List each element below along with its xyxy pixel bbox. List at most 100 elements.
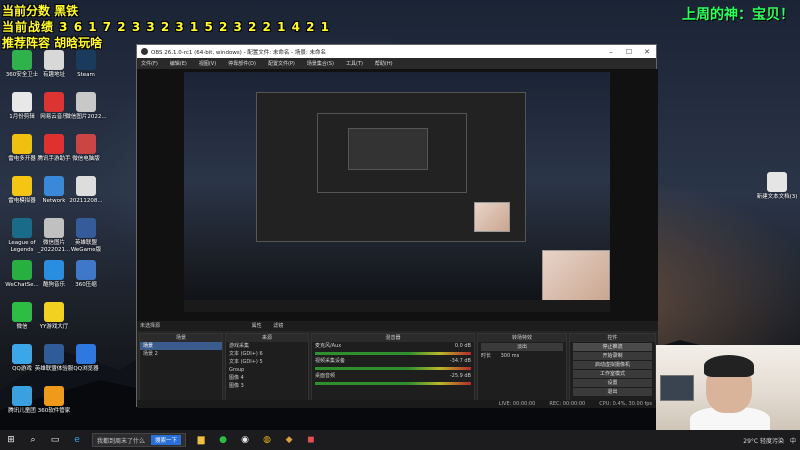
mixer-channel-db: 0.0 dB [454, 343, 471, 349]
app-icon [12, 134, 32, 154]
desktop-icon-label: 英雄联盟WeGame版 [70, 240, 102, 253]
app-icon [12, 218, 32, 238]
source-item[interactable]: 图像 3 [226, 382, 308, 390]
app-icon [12, 176, 32, 196]
sources-dock: 来源 游戏采集 文本 (GDI+) 6 文本 (GDI+) 5 Group 图像… [225, 333, 309, 407]
app-icon [12, 386, 32, 406]
maximize-icon[interactable]: ☐ [620, 45, 638, 58]
mixer-channel: 麦克风/Aux 0.0 dB [312, 342, 474, 350]
scenes-dock: 场景 场景 场景 2 [139, 333, 223, 407]
app-icon [44, 344, 64, 364]
task-view-icon[interactable]: ▭ [48, 433, 62, 447]
source-item[interactable]: 图像 4 [226, 374, 308, 382]
app-icon [44, 176, 64, 196]
menu-file[interactable]: 文件(F) [141, 60, 158, 67]
no-source-label: 未选择源 [140, 323, 161, 329]
source-item[interactable]: 文本 (GDI+) 6 [226, 350, 308, 358]
chrome-icon[interactable]: ◍ [260, 433, 274, 447]
scene-item[interactable]: 场景 2 [140, 350, 222, 358]
desktop-icon-label: QQ浏览器 [73, 366, 99, 372]
desktop-icon[interactable]: 新建文本文档(3) [756, 172, 798, 201]
mixer-channel: 视频采集设备 -34.7 dB [312, 357, 474, 365]
obs-icon[interactable]: ◉ [238, 433, 252, 447]
windows-start-icon[interactable]: ⊞ [4, 433, 18, 447]
mixer-dock: 混音器 麦克风/Aux 0.0 dB 视频采集设备 -34.7 dB 桌面音频 … [311, 333, 475, 407]
webcam-feed [656, 345, 800, 430]
stop-streaming-button[interactable]: 停止推流 [573, 343, 652, 351]
obs-window[interactable]: OBS 26.1.0-rc1 (64-bit, windows) - 配置文件:… [136, 44, 658, 408]
desktop-icon[interactable]: QQ浏览器 [65, 344, 107, 373]
desktop-icon[interactable]: 英雄联盟WeGame版 [65, 218, 107, 253]
settings-button[interactable]: 设置 [573, 379, 652, 387]
source-toolbar: 未选择源 属性 滤镜 [137, 321, 658, 331]
source-item[interactable]: 游戏采集 [226, 342, 308, 350]
desktop-icon-label: 微信图片2022... [65, 114, 107, 120]
studio-mode-button[interactable]: 工作室模式 [573, 370, 652, 378]
app-icon [12, 260, 32, 280]
virtual-camera-button[interactable]: 启动虚拟摄像机 [573, 361, 652, 369]
nested-obs-window-3 [348, 128, 428, 170]
menu-tools[interactable]: 工具(T) [346, 60, 363, 67]
game-icon[interactable]: ◆ [282, 433, 296, 447]
filters-button[interactable]: 滤镜 [273, 323, 283, 329]
search-icon[interactable]: ⌕ [26, 433, 40, 447]
desktop-icon-label: 微信电脑版 [72, 156, 100, 162]
desktop-icon[interactable]: 360压缩 [65, 260, 107, 289]
search-query[interactable]: 我都到周末了什么 [97, 436, 145, 445]
overlay-record: 当前战绩 3 6 1 7 2 3 3 2 3 1 5 2 3 2 2 1 4 2… [2, 20, 331, 34]
app-icon [44, 134, 64, 154]
mixer-title: 混音器 [312, 334, 474, 342]
menu-docks[interactable]: 停靠部件(D) [228, 60, 256, 67]
search-button[interactable]: 搜索一下 [151, 435, 182, 445]
obs-titlebar[interactable]: OBS 26.1.0-rc1 (64-bit, windows) - 配置文件:… [137, 45, 656, 58]
system-tray: 29°C 轻度污染 中 [743, 430, 796, 450]
desktop-icon[interactable]: 360软件管家 [33, 386, 75, 415]
menu-edit[interactable]: 编辑(E) [170, 60, 187, 67]
app-icon [12, 50, 32, 70]
desktop-icon-label: 360软件管家 [37, 408, 71, 414]
duration-value[interactable]: 300 ms [501, 353, 520, 359]
mixer-channel: 桌面音频 -25.9 dB [312, 372, 474, 380]
input-method[interactable]: 中 [790, 436, 796, 445]
scene-item[interactable]: 场景 [140, 342, 222, 350]
source-item[interactable]: Group [226, 366, 308, 374]
start-recording-button[interactable]: 开始录制 [573, 352, 652, 360]
edge-icon[interactable]: e [70, 433, 84, 447]
mixer-channel-name: 视频采集设备 [315, 358, 346, 364]
menu-profile[interactable]: 配置文件(P) [268, 60, 295, 67]
app-icon [76, 344, 96, 364]
mixer-channel-db: -34.7 dB [449, 358, 471, 364]
transition-select[interactable]: 淡出 [481, 343, 563, 351]
wechat-icon[interactable]: ● [216, 433, 230, 447]
file-explorer-icon[interactable]: ▆ [194, 433, 208, 447]
source-item[interactable]: 文本 (GDI+) 5 [226, 358, 308, 366]
app-icon [44, 218, 64, 238]
menu-help[interactable]: 帮助(H) [375, 60, 393, 67]
controls-dock: 控件 停止推流 开始录制 启动虚拟摄像机 工作室模式 设置 退出 [569, 333, 656, 407]
app-icon [76, 176, 96, 196]
desktop-icon[interactable]: Steam [65, 50, 107, 79]
app-icon [44, 260, 64, 280]
app-icon [12, 344, 32, 364]
windows-taskbar: ⊞ ⌕ ▭ e 我都到周末了什么 搜索一下 ▆ ● ◉ ◍ ◆ ◼ 29°C 轻… [0, 430, 800, 450]
desktop-icon[interactable]: 微信电脑版 [65, 134, 107, 163]
taskbar-search[interactable]: 我都到周末了什么 搜索一下 [92, 433, 187, 447]
minimize-icon[interactable]: – [602, 45, 620, 58]
menu-view[interactable]: 视图(V) [199, 60, 216, 67]
desktop-icon[interactable]: 微信图片2022... [65, 92, 107, 121]
close-icon[interactable]: ✕ [638, 45, 656, 58]
nested-obs-window-2 [317, 113, 467, 193]
controls-title: 控件 [570, 334, 655, 342]
desktop-icon[interactable]: YY游戏大厅 [33, 302, 75, 331]
exit-button[interactable]: 退出 [573, 388, 652, 396]
desktop-icon-label: 360压缩 [75, 282, 97, 288]
app-icon [44, 92, 64, 112]
app-icon [12, 302, 32, 322]
properties-button[interactable]: 属性 [252, 323, 262, 329]
transitions-dock: 转场特效 淡出 时长 300 ms [477, 333, 567, 407]
menu-scene-collection[interactable]: 场景集合(S) [307, 60, 334, 67]
weather-text[interactable]: 29°C 轻度污染 [743, 436, 784, 445]
app-icon[interactable]: ◼ [304, 433, 318, 447]
app-icon [44, 50, 64, 70]
desktop-icon[interactable]: 20211208... [65, 176, 107, 205]
